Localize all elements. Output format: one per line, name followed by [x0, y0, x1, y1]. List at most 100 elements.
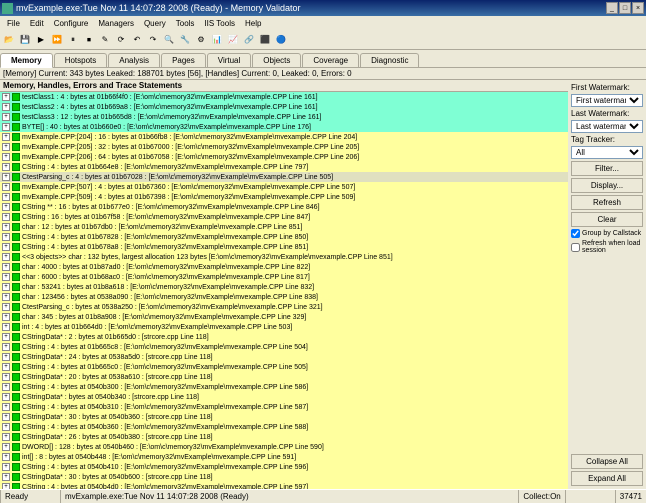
refresh-icon[interactable]: ⟳: [114, 33, 128, 47]
menu-configure[interactable]: Configure: [49, 19, 94, 28]
tree-row[interactable]: +mvExample.CPP:[507] : 4 : bytes at 01b6…: [0, 182, 568, 192]
tab-virtual[interactable]: Virtual: [207, 53, 252, 67]
tree-row[interactable]: +char : 345 : bytes at 01b8a908 : [E:\om…: [0, 312, 568, 322]
expand-icon[interactable]: +: [2, 253, 10, 261]
tool3-icon[interactable]: 📊: [210, 33, 224, 47]
expand-icon[interactable]: +: [2, 323, 10, 331]
tree-row[interactable]: +CString : 4 : bytes at 0540b300 : [E:\o…: [0, 382, 568, 392]
expand-icon[interactable]: +: [2, 423, 10, 431]
expand-icon[interactable]: +: [2, 153, 10, 161]
display-button[interactable]: Display...: [571, 178, 643, 193]
expand-icon[interactable]: +: [2, 263, 10, 271]
step-icon[interactable]: ⏩: [50, 33, 64, 47]
maximize-button[interactable]: □: [619, 2, 631, 14]
reload-checkbox[interactable]: Refresh when load session: [571, 240, 643, 254]
clear-button[interactable]: Clear: [571, 212, 643, 227]
group-checkbox[interactable]: Group by Callstack: [571, 229, 643, 238]
expand-icon[interactable]: +: [2, 213, 10, 221]
menu-tools[interactable]: Tools: [171, 19, 200, 28]
tree-row[interactable]: +char : 4000 : bytes at 01b87ad0 : [E:\o…: [0, 262, 568, 272]
tree-row[interactable]: +char : 6000 : bytes at 01b68ac0 : [E:\o…: [0, 272, 568, 282]
expand-icon[interactable]: +: [2, 343, 10, 351]
tool4-icon[interactable]: 📈: [226, 33, 240, 47]
save-icon[interactable]: 💾: [18, 33, 32, 47]
tree-row[interactable]: +char : 53241 : bytes at 01b8a618 : [E:\…: [0, 282, 568, 292]
tree-row[interactable]: +CStringData* : 30 : bytes at 0540b360 :…: [0, 412, 568, 422]
tree-row[interactable]: +DWORD[] : 128 : bytes at 0540b460 : [E:…: [0, 442, 568, 452]
tab-diagnostic[interactable]: Diagnostic: [360, 53, 419, 67]
pause-icon[interactable]: ⏸: [66, 33, 80, 47]
tab-hotspots[interactable]: Hotspots: [54, 53, 108, 67]
expand-icon[interactable]: +: [2, 463, 10, 471]
expand-icon[interactable]: +: [2, 353, 10, 361]
tree-row[interactable]: +CString : 4 : bytes at 0540b360 : [E:\o…: [0, 422, 568, 432]
tool2-icon[interactable]: ⚙: [194, 33, 208, 47]
tree-row[interactable]: +CString ** : 16 : bytes at 01b677e0 : […: [0, 202, 568, 212]
expand-icon[interactable]: +: [2, 93, 10, 101]
tree-row[interactable]: +testClass3 : 12 : bytes at 01b665d8 : […: [0, 112, 568, 122]
expand-icon[interactable]: +: [2, 143, 10, 151]
expand-icon[interactable]: +: [2, 233, 10, 241]
tree-row[interactable]: +CString : 4 : bytes at 0540b410 : [E:\o…: [0, 462, 568, 472]
tab-objects[interactable]: Objects: [252, 53, 301, 67]
expand-icon[interactable]: +: [2, 363, 10, 371]
expand-icon[interactable]: +: [2, 183, 10, 191]
first-watermark-select[interactable]: First watermark: [571, 94, 643, 107]
tree-row[interactable]: +CString : 4 : bytes at 01b665c0 : [E:\o…: [0, 362, 568, 372]
tool1-icon[interactable]: 🔧: [178, 33, 192, 47]
play-icon[interactable]: ▶: [34, 33, 48, 47]
expand-icon[interactable]: +: [2, 313, 10, 321]
collapse-all-button[interactable]: Collapse All: [571, 454, 643, 469]
expand-icon[interactable]: +: [2, 383, 10, 391]
close-button[interactable]: ×: [632, 2, 644, 14]
expand-icon[interactable]: +: [2, 173, 10, 181]
tree-row[interactable]: +char : 123456 : bytes at 0538a090 : [E:…: [0, 292, 568, 302]
tree-row[interactable]: +mvExample.CPP:[205] : 32 : bytes at 01b…: [0, 142, 568, 152]
open-icon[interactable]: 📂: [2, 33, 16, 47]
tree-row[interactable]: +CString : 4 : bytes at 0540b310 : [E:\o…: [0, 402, 568, 412]
minimize-button[interactable]: _: [606, 2, 618, 14]
expand-icon[interactable]: +: [2, 123, 10, 131]
tag-tracker-select[interactable]: All: [571, 146, 643, 159]
tree-view[interactable]: +testClass1 : 4 : bytes at 01b66f4f0 : […: [0, 92, 568, 489]
tree-row[interactable]: +<<3 objects>> char : 132 bytes, largest…: [0, 252, 568, 262]
tree-row[interactable]: +CString : 4 : bytes at 01b67828 : [E:\o…: [0, 232, 568, 242]
tree-row[interactable]: +mvExample.CPP:[206] : 64 : bytes at 01b…: [0, 152, 568, 162]
wand-icon[interactable]: ✎: [98, 33, 112, 47]
tree-row[interactable]: +mvExample.CPP:[509] : 4 : bytes at 01b6…: [0, 192, 568, 202]
expand-icon[interactable]: +: [2, 373, 10, 381]
tree-row[interactable]: +testClass1 : 4 : bytes at 01b66f4f0 : […: [0, 92, 568, 102]
tree-row[interactable]: +CString : 4 : bytes at 01b664e8 : [E:\o…: [0, 162, 568, 172]
undo-icon[interactable]: ↶: [130, 33, 144, 47]
expand-icon[interactable]: +: [2, 453, 10, 461]
expand-icon[interactable]: +: [2, 163, 10, 171]
tab-analysis[interactable]: Analysis: [108, 53, 160, 67]
expand-icon[interactable]: +: [2, 283, 10, 291]
tree-row[interactable]: +CtestParsing_c : bytes at 0538a250 : [E…: [0, 302, 568, 312]
tree-row[interactable]: +CString : 4 : bytes at 0540b4d0 : [E:\o…: [0, 482, 568, 489]
expand-icon[interactable]: +: [2, 113, 10, 121]
tree-row[interactable]: +BYTE[] : 40 : bytes at 01b660e0 : [E:\o…: [0, 122, 568, 132]
last-watermark-select[interactable]: Last watermark: [571, 120, 643, 133]
stop-icon[interactable]: ⏹: [82, 33, 96, 47]
tree-row[interactable]: +CStringData* : bytes at 0540b340 : [str…: [0, 392, 568, 402]
redo-icon[interactable]: ↷: [146, 33, 160, 47]
tab-pages[interactable]: Pages: [161, 53, 206, 67]
menu-iis-tools[interactable]: IIS Tools: [199, 19, 240, 28]
tree-row[interactable]: +CString : 4 : bytes at 01b678a8 : [E:\o…: [0, 242, 568, 252]
tree-row[interactable]: +testClass2 : 4 : bytes at 01b669a8 : [E…: [0, 102, 568, 112]
expand-icon[interactable]: +: [2, 333, 10, 341]
tree-row[interactable]: +int : 4 : bytes at 01b664d0 : [E:\om\c\…: [0, 322, 568, 332]
tree-row[interactable]: +CString : 4 : bytes at 01b665c8 : [E:\o…: [0, 342, 568, 352]
tree-row[interactable]: +CStringData* : 30 : bytes at 0540b600 :…: [0, 472, 568, 482]
filter-button[interactable]: Filter...: [571, 161, 643, 176]
expand-icon[interactable]: +: [2, 413, 10, 421]
tree-row[interactable]: +mvExample.CPP:[204] : 16 : bytes at 01b…: [0, 132, 568, 142]
tree-row[interactable]: +char : 12 : bytes at 01b67db0 : [E:\om\…: [0, 222, 568, 232]
expand-icon[interactable]: +: [2, 103, 10, 111]
menu-help[interactable]: Help: [240, 19, 266, 28]
expand-icon[interactable]: +: [2, 433, 10, 441]
tool6-icon[interactable]: ⬛: [258, 33, 272, 47]
expand-icon[interactable]: +: [2, 243, 10, 251]
expand-icon[interactable]: +: [2, 293, 10, 301]
